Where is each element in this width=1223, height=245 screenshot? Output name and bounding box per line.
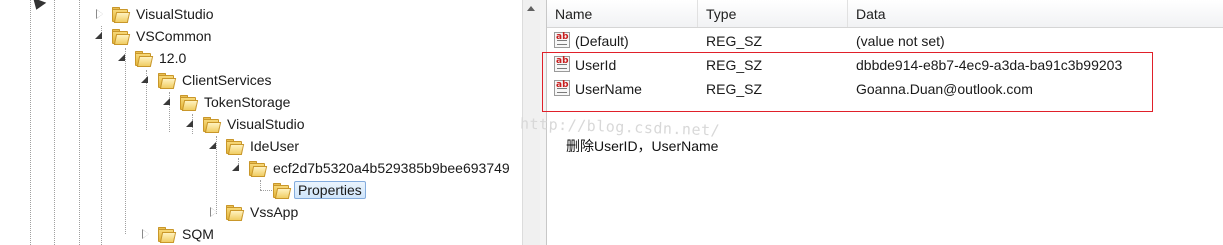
expand-arrow-icon[interactable] bbox=[141, 229, 151, 239]
folder-icon bbox=[225, 204, 245, 221]
collapse-arrow-icon[interactable] bbox=[209, 141, 219, 151]
folder-open-icon bbox=[179, 94, 199, 111]
folder-icon bbox=[111, 6, 131, 23]
value-type: REG_SZ bbox=[706, 81, 763, 97]
tree-node-label: ecf2d7b5320a4b529385b9bee693749 bbox=[273, 160, 510, 176]
tree-node-label-selected: Properties bbox=[294, 181, 366, 199]
list-header: Name Type Data bbox=[547, 0, 1223, 28]
expand-arrow-icon[interactable] bbox=[95, 9, 105, 19]
string-value-icon: ab bbox=[554, 56, 570, 72]
list-row[interactable]: ab UserName REG_SZ Goanna.Duan@outlook.c… bbox=[547, 77, 1223, 101]
value-type: REG_SZ bbox=[706, 57, 763, 73]
collapse-arrow-icon[interactable] bbox=[186, 119, 196, 129]
tree-guide-line bbox=[30, 0, 31, 245]
tree-node-label: IdeUser bbox=[250, 138, 300, 154]
column-header-type[interactable]: Type bbox=[698, 0, 848, 27]
folder-open-icon bbox=[157, 72, 177, 89]
tree-node-ideuser[interactable]: IdeUser bbox=[209, 136, 302, 156]
list-row[interactable]: ab (Default) REG_SZ (value not set) bbox=[547, 29, 1223, 53]
value-name: UserName bbox=[575, 81, 642, 97]
tree-node-label: VSCommon bbox=[136, 28, 212, 44]
collapse-arrow-icon[interactable] bbox=[232, 163, 242, 173]
string-value-icon: ab bbox=[554, 80, 570, 96]
tree-node-label: VisualStudio bbox=[227, 116, 305, 132]
folder-open-icon bbox=[225, 138, 245, 155]
tree-node-label: VisualStudio bbox=[136, 6, 214, 22]
folder-open-icon bbox=[134, 50, 154, 67]
tree-guide-line bbox=[54, 0, 55, 245]
collapse-arrow-icon[interactable] bbox=[95, 31, 105, 41]
value-data: Goanna.Duan@outlook.com bbox=[856, 81, 1033, 97]
tree-guide-line bbox=[125, 48, 126, 234]
folder-icon bbox=[157, 226, 177, 243]
tree-node-label: SQM bbox=[182, 226, 214, 242]
folder-open-icon bbox=[272, 182, 292, 199]
tree-node-visualstudio[interactable]: VisualStudio bbox=[95, 4, 217, 24]
tree-node-label: TokenStorage bbox=[204, 94, 291, 110]
scroll-up-arrow-icon[interactable] bbox=[527, 6, 535, 11]
value-name: UserId bbox=[575, 57, 617, 73]
registry-tree: VisualStudio VSCommon 12.0 ClientService… bbox=[0, 0, 522, 245]
column-header-name[interactable]: Name bbox=[547, 0, 698, 27]
tree-guide-line bbox=[79, 0, 80, 245]
tree-node-vssapp[interactable]: VssApp bbox=[209, 202, 301, 222]
tree-node-vscommon[interactable]: VSCommon bbox=[95, 26, 214, 46]
list-row[interactable]: ab UserId REG_SZ dbbde914-e8b7-4ec9-a3da… bbox=[547, 53, 1223, 77]
value-data: dbbde914-e8b7-4ec9-a3da-ba91c3b99203 bbox=[856, 57, 1123, 73]
value-data: (value not set) bbox=[856, 33, 945, 49]
tree-node-label: 12.0 bbox=[159, 50, 187, 66]
column-header-data[interactable]: Data bbox=[848, 0, 1223, 27]
tree-node-clientservices[interactable]: ClientServices bbox=[141, 70, 274, 90]
annotation-note: 删除UserID，UserName bbox=[566, 138, 719, 154]
tree-guide-line bbox=[260, 190, 272, 191]
expand-arrow-icon[interactable] bbox=[209, 207, 219, 217]
folder-open-icon bbox=[111, 28, 131, 45]
tree-node-visualstudio-token[interactable]: VisualStudio bbox=[186, 114, 308, 134]
tree-node-label: VssApp bbox=[250, 204, 299, 220]
value-name: (Default) bbox=[575, 33, 629, 49]
folder-open-icon bbox=[202, 116, 222, 133]
tree-node-sqm[interactable]: SQM bbox=[141, 224, 217, 244]
collapse-arrow-icon[interactable] bbox=[163, 97, 173, 107]
tree-node-12-0[interactable]: 12.0 bbox=[118, 48, 189, 68]
string-value-icon: ab bbox=[554, 32, 570, 48]
tree-node-tokenstorage[interactable]: TokenStorage bbox=[163, 92, 293, 112]
tree-node-label: ClientServices bbox=[182, 72, 272, 88]
mouse-cursor-icon bbox=[29, 0, 47, 13]
value-type: REG_SZ bbox=[706, 33, 763, 49]
tree-node-guid[interactable]: ecf2d7b5320a4b529385b9bee693749 bbox=[232, 158, 513, 178]
tree-node-properties[interactable]: Properties bbox=[272, 180, 366, 200]
collapse-arrow-icon[interactable] bbox=[118, 53, 128, 63]
tree-guide-line bbox=[260, 180, 261, 190]
collapse-arrow-icon[interactable] bbox=[141, 75, 151, 85]
folder-open-icon bbox=[248, 160, 268, 177]
tree-guide-line bbox=[101, 26, 102, 245]
